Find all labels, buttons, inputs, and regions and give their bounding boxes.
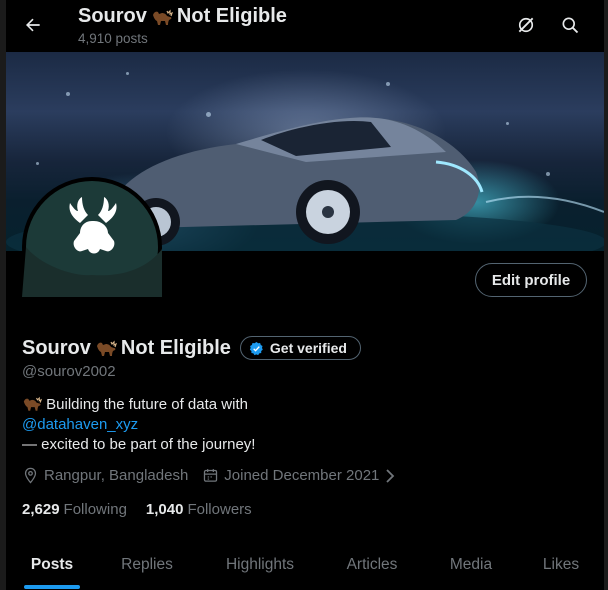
tab-likes[interactable]: Likes <box>532 540 590 590</box>
moose-emoji-icon <box>22 396 42 411</box>
joined-item[interactable]: Joined December 2021 <box>202 467 396 484</box>
display-name-text: Sourov <box>22 336 91 359</box>
window-frame-right <box>604 0 608 590</box>
profile-meta: Rangpur, Bangladesh Joined December 2021 <box>22 467 410 484</box>
posts-count: 4,910 posts <box>78 31 148 46</box>
header-title-block: Sourov Not Eligible 4,910 posts <box>78 5 287 46</box>
profile-tabs: Posts Replies Highlights Articles Media … <box>6 540 604 590</box>
back-button[interactable] <box>20 12 46 38</box>
followers-label[interactable]: Followers <box>187 501 251 518</box>
following-label[interactable]: Following <box>64 501 127 518</box>
bio-text-1: Building the future of data with <box>46 396 248 413</box>
chevron-right-icon <box>386 468 395 483</box>
display-name-suffix: Not Eligible <box>120 336 231 359</box>
avatar[interactable] <box>22 177 164 317</box>
verified-badge-icon <box>249 341 263 355</box>
grok-button[interactable] <box>515 14 537 36</box>
profile-handle: @sourov2002 <box>22 363 116 380</box>
header-name: Sourov <box>78 5 147 27</box>
follow-stats: 2,629 Following 1,040 Followers <box>22 501 271 518</box>
moose-emoji-icon <box>95 340 117 356</box>
tab-highlights[interactable]: Highlights <box>214 540 306 590</box>
tab-replies[interactable]: Replies <box>110 540 184 590</box>
display-name: Sourov Not Eligible <box>22 337 231 360</box>
get-verified-button[interactable]: Get verified <box>239 336 361 360</box>
tab-articles[interactable]: Articles <box>334 540 410 590</box>
arrow-left-icon <box>26 18 40 32</box>
followers-count[interactable]: 1,040 <box>146 501 184 518</box>
profile-name-row: Sourov Not Eligible Get verified <box>22 336 361 360</box>
joined-text: Joined December 2021 <box>224 467 380 484</box>
location-pin-icon <box>24 467 37 484</box>
location-item: Rangpur, Bangladesh <box>22 467 188 484</box>
search-button[interactable] <box>559 14 581 36</box>
bio-line-1: Building the future of data with <box>22 395 255 415</box>
location-text: Rangpur, Bangladesh <box>44 467 189 484</box>
edit-profile-button[interactable]: Edit profile <box>475 263 587 297</box>
bio-mention-link[interactable]: @datahaven_xyz <box>22 416 138 433</box>
tab-posts[interactable]: Posts <box>24 540 80 590</box>
header-suffix: Not Eligible <box>176 5 287 27</box>
profile-bio: Building the future of data with @dataha… <box>22 395 255 455</box>
top-bar: Sourov Not Eligible 4,910 posts <box>6 0 604 52</box>
following-count[interactable]: 2,629 <box>22 501 60 518</box>
calendar-icon <box>204 469 218 482</box>
get-verified-label: Get verified <box>269 340 347 356</box>
search-icon <box>562 17 579 34</box>
header-title: Sourov Not Eligible <box>78 5 287 28</box>
moose-emoji-icon <box>151 9 173 25</box>
active-tab-indicator <box>24 585 80 589</box>
bio-line-3: — excited to be part of the journey! <box>22 436 256 453</box>
tab-media[interactable]: Media <box>438 540 504 590</box>
grok-icon <box>518 17 534 33</box>
